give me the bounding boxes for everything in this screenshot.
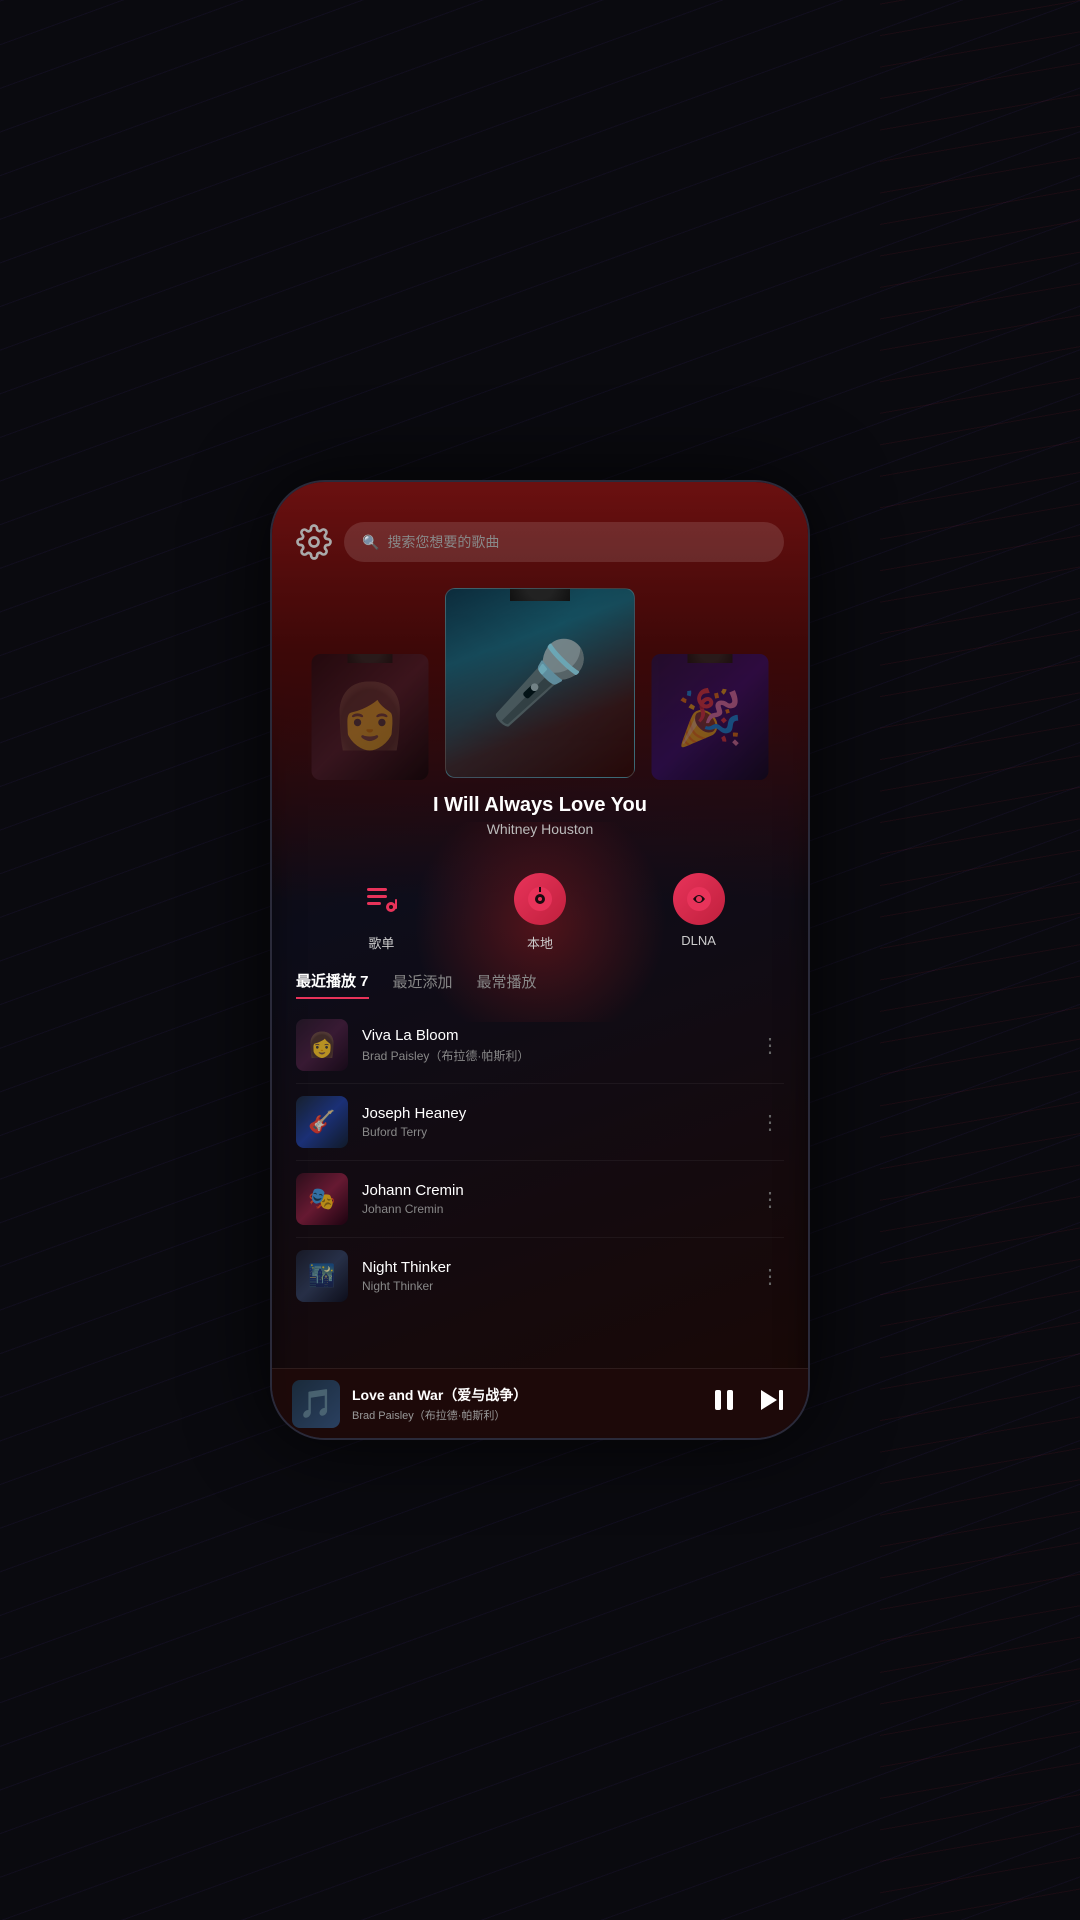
np-artist: Brad Paisley（布拉德·帕斯利） [352,1407,696,1423]
np-thumbnail: 🎵 [292,1380,340,1428]
album-art-woman: 👩 [331,654,409,780]
local-label: 本地 [527,933,553,952]
nav-icons: 歌单 本地 [272,853,808,962]
np-title: Love and War（爱与战争） [352,1385,696,1405]
dlna-icon [673,873,725,925]
featured-song-title: I Will Always Love You [433,794,647,817]
song-thumb-2: 🎸 [296,1096,348,1148]
song-info-1: Viva La Bloom Brad Paisley（布拉德·帕斯利） [362,1027,742,1064]
playlist-icon [355,873,407,925]
album-card-left[interactable]: 👩 [312,654,429,780]
album-card-center[interactable]: 🎤 [445,588,635,778]
more-button-3[interactable]: ⋮ [756,1183,784,1216]
search-bar[interactable]: 🔍 搜索您想要的歌曲 [344,522,784,562]
now-playing-bar: 🎵 Love and War（爱与战争） Brad Paisley（布拉德·帕斯… [272,1368,808,1438]
song-list: 👩 Viva La Bloom Brad Paisley（布拉德·帕斯利） ⋮ … [272,999,808,1368]
song-artist-2: Buford Terry [362,1125,742,1139]
song-item-2[interactable]: 🎸 Joseph Heaney Buford Terry ⋮ [272,1084,808,1160]
song-title-3: Johann Cremin [362,1182,742,1199]
playlist-label: 歌单 [368,933,394,952]
song-title-2: Joseph Heaney [362,1105,742,1122]
song-artist-3: Johann Cremin [362,1202,742,1216]
settings-button[interactable] [296,524,332,560]
skip-button[interactable] [756,1384,788,1423]
np-info: Love and War（爱与战争） Brad Paisley（布拉德·帕斯利） [352,1385,696,1423]
local-icon [514,873,566,925]
song-info-3: Johann Cremin Johann Cremin [362,1182,742,1216]
search-icon: 🔍 [362,534,379,551]
np-controls [708,1384,788,1423]
search-placeholder-text: 搜索您想要的歌曲 [387,532,499,552]
song-item-1[interactable]: 👩 Viva La Bloom Brad Paisley（布拉德·帕斯利） ⋮ [272,1007,808,1083]
nav-item-local[interactable]: 本地 [514,873,566,952]
song-thumb-4: 🌃 [296,1250,348,1302]
nav-item-playlist[interactable]: 歌单 [355,873,407,952]
song-info-4: Night Thinker Night Thinker [362,1259,742,1293]
carousel-section: 👩 🎤 🎉 I Will Always Love You Whitney Hou… [272,578,808,853]
song-item-4[interactable]: 🌃 Night Thinker Night Thinker ⋮ [272,1238,808,1314]
tab-most[interactable]: 最常播放 [477,971,537,998]
song-title-4: Night Thinker [362,1259,742,1276]
song-thumb-1: 👩 [296,1019,348,1071]
album-card-right[interactable]: 🎉 [652,654,769,780]
song-info-2: Joseph Heaney Buford Terry [362,1105,742,1139]
tabs-section: 最近播放 7 最近添加 最常播放 [272,962,808,999]
phone-frame: 🔍 搜索您想要的歌曲 👩 🎤 🎉 I Will Alw [270,480,810,1440]
carousel-track: 👩 🎤 🎉 [272,588,808,778]
song-thumb-3: 🎭 [296,1173,348,1225]
tab-recent[interactable]: 最近播放 7 [296,970,369,999]
pause-button[interactable] [708,1384,740,1423]
song-artist-4: Night Thinker [362,1279,742,1293]
nav-item-dlna[interactable]: DLNA [673,873,725,952]
header: 🔍 搜索您想要的歌曲 [272,482,808,578]
featured-song-artist: Whitney Houston [487,821,594,837]
more-button-2[interactable]: ⋮ [756,1106,784,1139]
song-item-3[interactable]: 🎭 Johann Cremin Johann Cremin ⋮ [272,1161,808,1237]
phone-wrapper: 🔍 搜索您想要的歌曲 👩 🎤 🎉 I Will Alw [270,480,810,1440]
contour-lines-right [880,0,1080,1920]
more-button-1[interactable]: ⋮ [756,1029,784,1062]
tabs-row: 最近播放 7 最近添加 最常播放 [296,970,784,999]
song-title-1: Viva La Bloom [362,1027,742,1044]
more-button-4[interactable]: ⋮ [756,1260,784,1293]
tab-added[interactable]: 最近添加 [393,971,453,998]
phone-content: 🔍 搜索您想要的歌曲 👩 🎤 🎉 I Will Alw [272,482,808,1438]
dlna-label: DLNA [681,933,716,948]
song-artist-1: Brad Paisley（布拉德·帕斯利） [362,1047,742,1064]
